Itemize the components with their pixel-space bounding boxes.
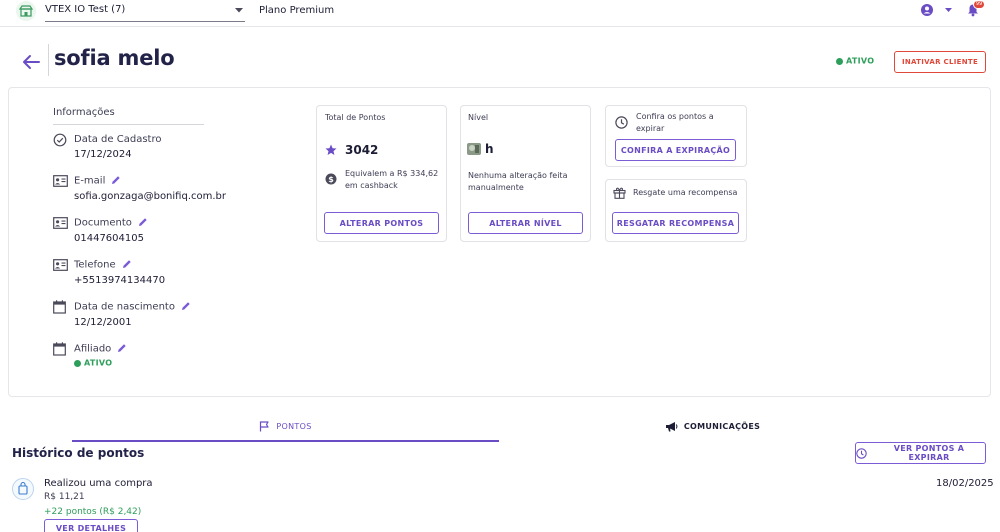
cashback-equivalent: Equivalem a R$ 334,62 em cashback — [345, 169, 439, 190]
dollar-coin-icon: $ — [325, 173, 337, 185]
field-value-birthdate: 12/12/2001 — [74, 317, 132, 328]
plan-label: Plano Premium — [259, 5, 335, 16]
clock-icon — [615, 116, 628, 129]
view-details-button[interactable]: VER DETALHES — [44, 519, 138, 532]
tab-points[interactable]: PONTOS — [72, 410, 499, 442]
inactivate-customer-button[interactable]: INATIVAR CLIENTE — [894, 51, 986, 73]
edit-email-pencil-icon[interactable] — [111, 175, 121, 185]
notification-badge: 99 — [973, 0, 985, 9]
store-name: VTEX IO Test (7) — [45, 4, 126, 15]
history-entry-amount: R$ 11,21 — [44, 492, 85, 502]
change-points-button[interactable]: ALTERAR PONTOS — [324, 212, 439, 234]
edit-birthdate-pencil-icon[interactable] — [181, 301, 191, 311]
title-divider — [48, 44, 49, 76]
level-badge-icon — [467, 143, 481, 155]
info-heading-divider — [53, 124, 204, 125]
level-note: Nenhuma alteração feita manualmente — [468, 171, 568, 192]
change-level-button[interactable]: ALTERAR NÍVEL — [468, 212, 583, 234]
history-entry-date: 18/02/2025 — [936, 478, 994, 489]
field-value-email: sofia.gonzaga@bonifiq.com.br — [74, 191, 226, 202]
store-selector[interactable]: VTEX IO Test (7) — [45, 0, 245, 22]
status-dot-icon — [836, 57, 843, 65]
affiliate-status-badge: ATIVO — [74, 358, 112, 369]
svg-text:$: $ — [328, 175, 334, 184]
customer-status-badge: ATIVO — [836, 56, 874, 67]
history-title: Histórico de pontos — [12, 446, 145, 460]
clock-icon — [856, 447, 867, 459]
redeem-reward-button[interactable]: RESGATAR RECOMPENSA — [612, 212, 739, 234]
points-total: 3042 — [345, 143, 379, 157]
user-menu-chevron-icon[interactable] — [945, 8, 952, 13]
tab-communications-label: COMUNICAÇÕES — [683, 421, 761, 431]
tab-communications[interactable]: COMUNICAÇÕES — [499, 410, 926, 442]
field-label-document: Documento — [74, 217, 148, 229]
status-text: ATIVO — [846, 56, 875, 66]
details-button-clip: VER DETALHES — [44, 519, 138, 532]
flag-icon — [259, 420, 270, 432]
megaphone-icon — [665, 421, 678, 432]
id-card-icon — [53, 217, 68, 229]
star-icon — [325, 144, 337, 156]
calendar-icon — [53, 342, 66, 356]
expire-card-text: Confira os pontos a expirar — [636, 112, 714, 133]
calendar-icon — [53, 300, 66, 314]
reward-card-text: Resgate uma recompensa — [633, 188, 738, 197]
chevron-down-icon — [235, 8, 243, 13]
check-circle-icon — [53, 133, 67, 147]
field-label-phone: Telefone — [74, 259, 132, 271]
gift-icon — [613, 186, 626, 199]
affiliate-status-text: ATIVO — [84, 358, 113, 368]
active-tab-indicator — [72, 440, 499, 442]
level-name: h — [485, 142, 494, 156]
edit-document-pencil-icon[interactable] — [138, 217, 148, 227]
back-arrow-icon[interactable] — [22, 54, 40, 70]
tab-points-label: PONTOS — [276, 421, 312, 431]
status-dot-icon — [74, 359, 81, 367]
user-account-icon[interactable] — [920, 3, 934, 17]
store-logo-icon — [16, 1, 36, 21]
field-label-affiliate: Afiliado — [74, 343, 127, 355]
view-expiring-points-button[interactable]: VER PONTOS A EXPIRAR — [855, 442, 986, 464]
customer-name: sofia melo — [54, 46, 175, 70]
field-label-birthdate: Data de nascimento — [74, 301, 191, 313]
edit-phone-pencil-icon[interactable] — [122, 259, 132, 269]
field-label-registration: Data de Cadastro — [74, 134, 162, 145]
points-card-title: Total de Pontos — [325, 113, 386, 122]
info-heading: Informações — [53, 107, 115, 118]
field-value-document: 01447604105 — [74, 233, 144, 244]
check-expiration-button[interactable]: CONFIRA A EXPIRAÇÃO — [615, 139, 736, 161]
shopping-bag-icon — [12, 478, 34, 500]
view-expiring-points-label: VER PONTOS A EXPIRAR — [893, 444, 965, 462]
edit-affiliate-pencil-icon[interactable] — [117, 343, 127, 353]
id-card-icon — [53, 175, 68, 187]
history-entry-points: +22 pontos (R$ 2,42) — [44, 507, 142, 517]
field-label-email: E-mail — [74, 175, 121, 187]
field-value-phone: +5513974134470 — [74, 275, 166, 286]
id-card-icon — [53, 259, 68, 271]
level-card-title: Nível — [468, 113, 489, 122]
history-entry-title: Realizou uma compra — [44, 478, 153, 489]
field-value-registration: 17/12/2024 — [74, 149, 132, 160]
